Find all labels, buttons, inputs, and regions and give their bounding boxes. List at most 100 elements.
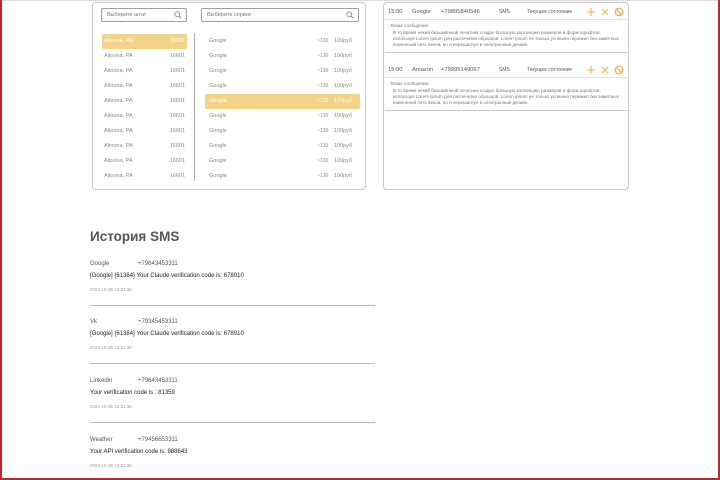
state-zip: 16601 (169, 173, 185, 179)
number-card: 15:00 Amazon +79995149067 SMS Текущее состоя… (385, 62, 629, 111)
state-item[interactable]: Altoona, PA 16601 (102, 49, 187, 64)
state-item[interactable]: Altoona, PA 16601 (102, 139, 187, 154)
history-phone: +79643453311 (138, 261, 178, 267)
service-item[interactable]: Google ~130 100руб (205, 34, 360, 49)
number-card: 15:00 Google +79895840546 SMS Текущее состоя… (385, 4, 629, 53)
state-list: Altoona, PA 16601 Altoona, PA 16601 Altoona,… (102, 34, 187, 184)
state-zip: 16601 (169, 68, 185, 74)
state-item[interactable]: Altoona, PA 16601 (102, 154, 187, 169)
message-body: Ваше сообщение: В то время некий безымянн… (385, 20, 629, 52)
service-price: 100руб (334, 173, 353, 179)
card-service: Amazon (412, 67, 434, 73)
history-service: Google (90, 261, 110, 267)
service-price: 100руб (334, 38, 353, 44)
service-name: Google (209, 158, 227, 164)
service-price: 100руб (334, 53, 353, 59)
service-count: ~130 (317, 98, 329, 104)
service-name: Google (209, 173, 227, 179)
state-item[interactable]: Altoona, PA 16601 (102, 124, 187, 139)
history-service: Weather (90, 437, 113, 443)
state-zip: 16601 (169, 113, 185, 119)
column-divider (194, 33, 195, 181)
service-item[interactable]: Google ~130 100руб (205, 79, 360, 94)
service-count: ~130 (317, 143, 329, 149)
service-search-input[interactable]: Выберите сервис (201, 8, 359, 22)
state-name: Altoona, PA (104, 38, 133, 44)
state-item[interactable]: Altoona, PA 16601 (102, 34, 187, 49)
history-separator (90, 363, 375, 364)
state-zip: 16601 (169, 128, 185, 134)
history-service: Linkedin (90, 378, 113, 384)
state-name: Altoona, PA (104, 53, 133, 59)
service-count: ~130 (317, 128, 329, 134)
service-item[interactable]: Google ~130 100руб (205, 154, 360, 169)
state-name: Altoona, PA (104, 68, 133, 74)
service-item[interactable]: Google ~130 100руб (205, 49, 360, 64)
search-icon[interactable] (346, 11, 354, 19)
history-timestamp: 2023-10-25 12:31:36 (90, 463, 132, 468)
service-item[interactable]: Google ~130 100руб (205, 109, 360, 124)
state-item[interactable]: Altoona, PA 16601 (102, 79, 187, 94)
state-item[interactable]: Altoona, PA 16601 (102, 94, 187, 109)
history-message: Your API verification code is: 988643 (90, 449, 188, 455)
service-name: Google (209, 98, 227, 104)
service-name: Google (209, 128, 227, 134)
service-list: Google ~130 100руб Google ~130 100руб Google ~1… (205, 34, 360, 184)
service-count: ~130 (317, 38, 329, 44)
state-zip: 16601 (169, 83, 185, 89)
history-message: [Google] {61384} Your Claude verificatio… (90, 331, 244, 337)
card-type: SMS (499, 9, 510, 15)
history-timestamp: 2023-10-25 12:31:36 (90, 287, 132, 292)
state-search-placeholder: Выберите штат (107, 12, 147, 18)
history-title: История SMS (90, 229, 180, 244)
service-search-placeholder: Выберите сервис (207, 12, 252, 18)
block-icon[interactable] (614, 7, 624, 17)
state-search-input[interactable]: Выберите штат (101, 8, 187, 22)
close-icon[interactable] (600, 65, 610, 75)
card-time: 15:00 (388, 9, 403, 15)
state-item[interactable]: Altoona, PA 16601 (102, 169, 187, 184)
service-price: 100руб (334, 113, 353, 119)
state-name: Altoona, PA (104, 158, 133, 164)
service-count: ~130 (317, 53, 329, 59)
state-item[interactable]: Altoona, PA 16601 (102, 64, 187, 79)
service-item[interactable]: Google ~130 100руб (205, 139, 360, 154)
history-phone: +79643453311 (138, 378, 178, 384)
active-numbers-panel: 15:00 Google +79895840546 SMS Текущее состоя… (383, 2, 629, 190)
service-name: Google (209, 68, 227, 74)
search-icon[interactable] (174, 11, 182, 19)
history-separator (90, 422, 375, 423)
state-item[interactable]: Altoona, PA 16601 (102, 109, 187, 124)
close-icon[interactable] (600, 7, 610, 17)
history-service: Vk (90, 319, 98, 325)
card-state: Текущее состояние (527, 9, 573, 15)
service-item[interactable]: Google ~130 100руб (205, 124, 360, 139)
service-price: 100руб (334, 68, 353, 74)
state-name: Altoona, PA (104, 143, 133, 149)
state-name: Altoona, PA (104, 173, 133, 179)
service-count: ~130 (317, 83, 329, 89)
history-message: Your verification code is : 81359 (90, 390, 175, 396)
service-item[interactable]: Google ~130 100руб (205, 169, 360, 184)
service-name: Google (209, 143, 227, 149)
service-item[interactable]: Google ~130 100руб (205, 94, 360, 109)
card-type: SMS (499, 67, 510, 73)
plus-icon[interactable] (586, 7, 596, 17)
service-count: ~130 (317, 68, 329, 74)
plus-icon[interactable] (586, 65, 596, 75)
left-frame-border (0, 0, 2, 480)
state-zip: 16601 (169, 53, 185, 59)
state-zip: 16601 (169, 158, 185, 164)
history-phone: +79345453311 (138, 319, 178, 325)
message-text: В то время некий безымянный печатник соз… (393, 88, 619, 105)
history-separator (90, 305, 375, 306)
state-zip: 16601 (169, 143, 185, 149)
card-phone: +79895840546 (441, 9, 480, 15)
history-timestamp: 2023-10-25 12:31:36 (90, 345, 132, 350)
message-text: В то время некий безымянный печатник соз… (393, 30, 619, 47)
service-name: Google (209, 83, 227, 89)
block-icon[interactable] (614, 65, 624, 75)
service-item[interactable]: Google ~130 100руб (205, 64, 360, 79)
message-body: Ваше сообщение: В то время некий безымянн… (385, 78, 629, 110)
state-name: Altoona, PA (104, 98, 133, 104)
